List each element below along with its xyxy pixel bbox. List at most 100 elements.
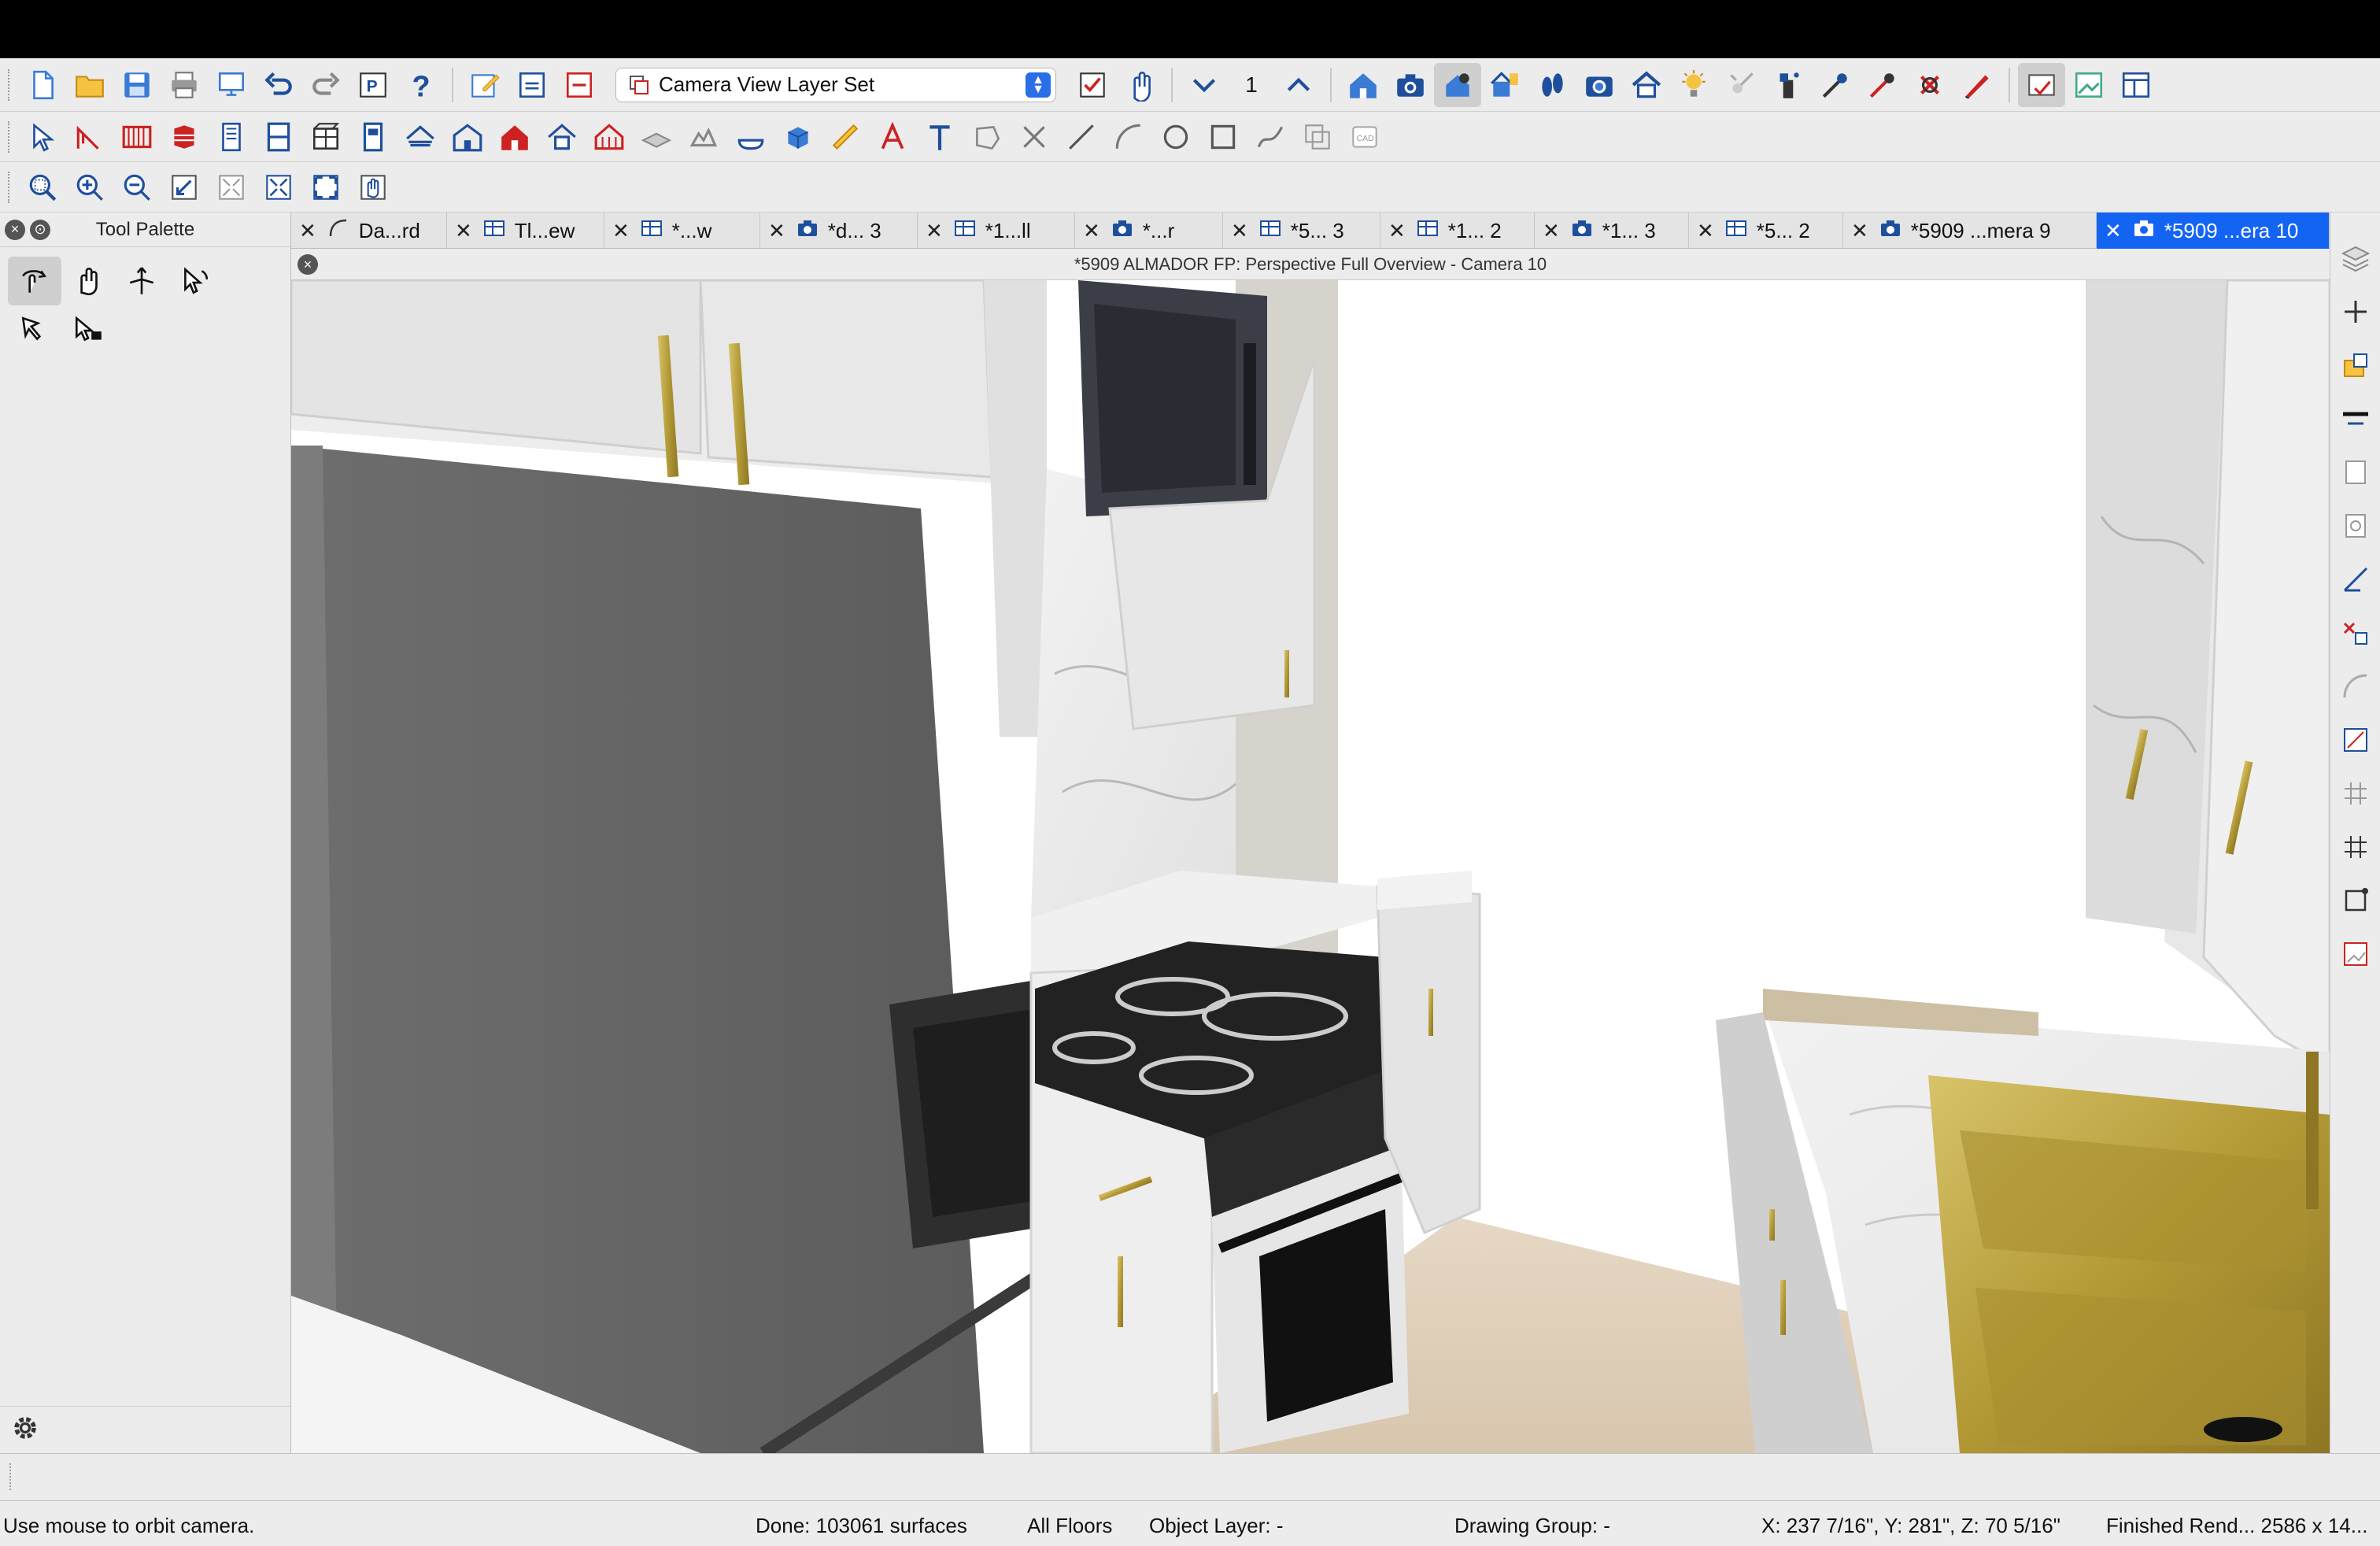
toolbar-grip[interactable] [8, 68, 13, 101]
terrain-icon[interactable] [680, 115, 727, 159]
close-icon[interactable]: × [5, 219, 25, 240]
close-tab-icon[interactable]: ✕ [1851, 219, 1868, 243]
elevation-view-icon[interactable] [1481, 63, 1528, 107]
perspective-overview-icon[interactable] [1434, 62, 1481, 107]
lighting-icon[interactable] [1670, 63, 1717, 107]
project-browser-icon[interactable] [2112, 63, 2160, 107]
orbit-camera-icon[interactable] [8, 257, 61, 305]
room-tools-icon[interactable] [161, 115, 208, 159]
close-tab-icon[interactable]: ✕ [1543, 219, 1560, 243]
print-preview-icon[interactable] [208, 63, 255, 107]
view-tab[interactable]: ✕ Tl...ew [447, 213, 604, 249]
zoom-out-icon[interactable] [113, 165, 161, 209]
close-tab-icon[interactable]: ✕ [455, 219, 472, 243]
dormer-icon[interactable] [538, 115, 586, 159]
help-icon[interactable]: ? [397, 63, 444, 107]
pan-hand-icon[interactable] [349, 165, 397, 209]
house-view-icon[interactable] [1623, 63, 1670, 107]
open-folder-icon[interactable] [66, 63, 113, 107]
delete-surfaces-icon[interactable] [1906, 63, 1953, 107]
grid-icon[interactable] [2333, 767, 2378, 820]
cad-box-icon[interactable] [1199, 115, 1247, 159]
cad-delete-icon[interactable] [1011, 115, 1058, 159]
walkthrough-icon[interactable] [1528, 63, 1576, 107]
layer-paint-icon[interactable] [2333, 338, 2378, 392]
camera-select-icon[interactable] [8, 305, 61, 354]
cad-polyline-icon[interactable] [963, 115, 1011, 159]
view-tab[interactable]: ✕ *...r [1075, 213, 1223, 249]
zoom-window-icon[interactable] [19, 165, 66, 209]
floor-up-icon[interactable] [1275, 63, 1322, 107]
export-icon[interactable] [556, 63, 603, 107]
page-icon[interactable] [2333, 446, 2378, 499]
3d-box-icon[interactable] [774, 115, 822, 159]
text-arrow-icon[interactable] [869, 115, 916, 159]
fill-window-all-icon[interactable] [302, 165, 349, 209]
save-as-plan-icon[interactable] [508, 63, 556, 107]
search-page-icon[interactable] [2333, 499, 2378, 553]
camera-icon[interactable] [1387, 63, 1434, 107]
slab-icon[interactable] [633, 115, 680, 159]
cad-circle-icon[interactable] [1152, 115, 1199, 159]
view-tab[interactable]: ✕ *5909 ...era 10 [2097, 213, 2330, 249]
toggle-display-icon[interactable] [2018, 62, 2065, 107]
railing-deck-icon[interactable] [113, 115, 161, 159]
undo-zoom-icon[interactable] [161, 165, 208, 209]
edit-object-icon[interactable] [461, 63, 508, 107]
door-tools-icon[interactable] [208, 115, 255, 159]
view-tab[interactable]: ✕ *d... 3 [760, 213, 918, 249]
tilt-camera-icon[interactable] [168, 257, 222, 305]
fill-window-icon[interactable] [255, 165, 302, 209]
view-tab[interactable]: ✕ *5... 3 [1223, 213, 1380, 249]
paint-tool-icon[interactable] [1765, 63, 1812, 107]
floor-down-icon[interactable] [1181, 63, 1228, 107]
close-tab-icon[interactable]: ✕ [926, 219, 943, 243]
view-tab[interactable]: ✕ *1... 3 [1535, 213, 1689, 249]
eyedropper-icon[interactable] [1812, 63, 1859, 107]
reference-grid-icon[interactable] [2333, 820, 2378, 874]
close-tab-icon[interactable]: ✕ [2105, 219, 2122, 243]
gear-icon[interactable] [8, 1411, 42, 1449]
new-file-icon[interactable] [19, 63, 66, 107]
text-tool-icon[interactable] [916, 115, 963, 159]
library-browser-icon[interactable] [2065, 63, 2112, 107]
close-tab-icon[interactable]: ✕ [768, 219, 785, 243]
roof-tools-icon[interactable] [397, 115, 444, 159]
cad-block-icon[interactable] [1294, 115, 1341, 159]
object-snap-icon[interactable] [2333, 606, 2378, 660]
view-tab[interactable]: ✕ Da...rd [291, 213, 447, 249]
fill-window-building-icon[interactable] [208, 165, 255, 209]
close-tab-icon[interactable]: ✕ [1697, 219, 1714, 243]
render-camera-icon[interactable] [1576, 63, 1623, 107]
toolbar-grip[interactable] [9, 1463, 14, 1490]
close-view-icon[interactable]: × [298, 254, 318, 275]
tools-hand-icon[interactable] [1116, 63, 1163, 107]
cad-arc-icon[interactable] [1105, 115, 1152, 159]
stair-tools-icon[interactable] [349, 115, 397, 159]
floor-plan-view-icon[interactable] [1340, 63, 1387, 107]
angle-snap-icon[interactable] [2333, 553, 2378, 606]
close-tab-icon[interactable]: ✕ [612, 219, 630, 243]
preferences-icon[interactable]: P [349, 63, 397, 107]
pan-camera-icon[interactable] [61, 257, 115, 305]
layers-icon[interactable] [2333, 231, 2378, 285]
toolbar-grip[interactable] [8, 171, 13, 203]
camera-rotate-icon[interactable] [61, 305, 115, 354]
wall-tools-icon[interactable] [66, 115, 113, 159]
undock-icon[interactable]: ⊙ [30, 219, 50, 240]
view-tab[interactable]: ✕ *5909 ...mera 9 [1843, 213, 2097, 249]
arc-snap-icon[interactable] [2333, 660, 2378, 713]
cabinet-tools-icon[interactable] [302, 115, 349, 159]
close-tab-icon[interactable]: ✕ [299, 219, 316, 243]
house-red-icon[interactable] [491, 115, 538, 159]
crosshair-icon[interactable] [2333, 285, 2378, 338]
transform-icon[interactable] [2333, 874, 2378, 927]
dimension-icon[interactable] [822, 115, 869, 159]
sun-angle-icon[interactable] [1717, 63, 1765, 107]
view-tab[interactable]: ✕ *5... 2 [1689, 213, 1843, 249]
bounding-box-icon[interactable] [2333, 927, 2378, 981]
chevron-updown-icon[interactable]: ▲ ▼ [1026, 72, 1051, 98]
toolbar-grip[interactable] [8, 120, 13, 153]
move-camera-icon[interactable] [115, 257, 168, 305]
window-tools-icon[interactable] [255, 115, 302, 159]
